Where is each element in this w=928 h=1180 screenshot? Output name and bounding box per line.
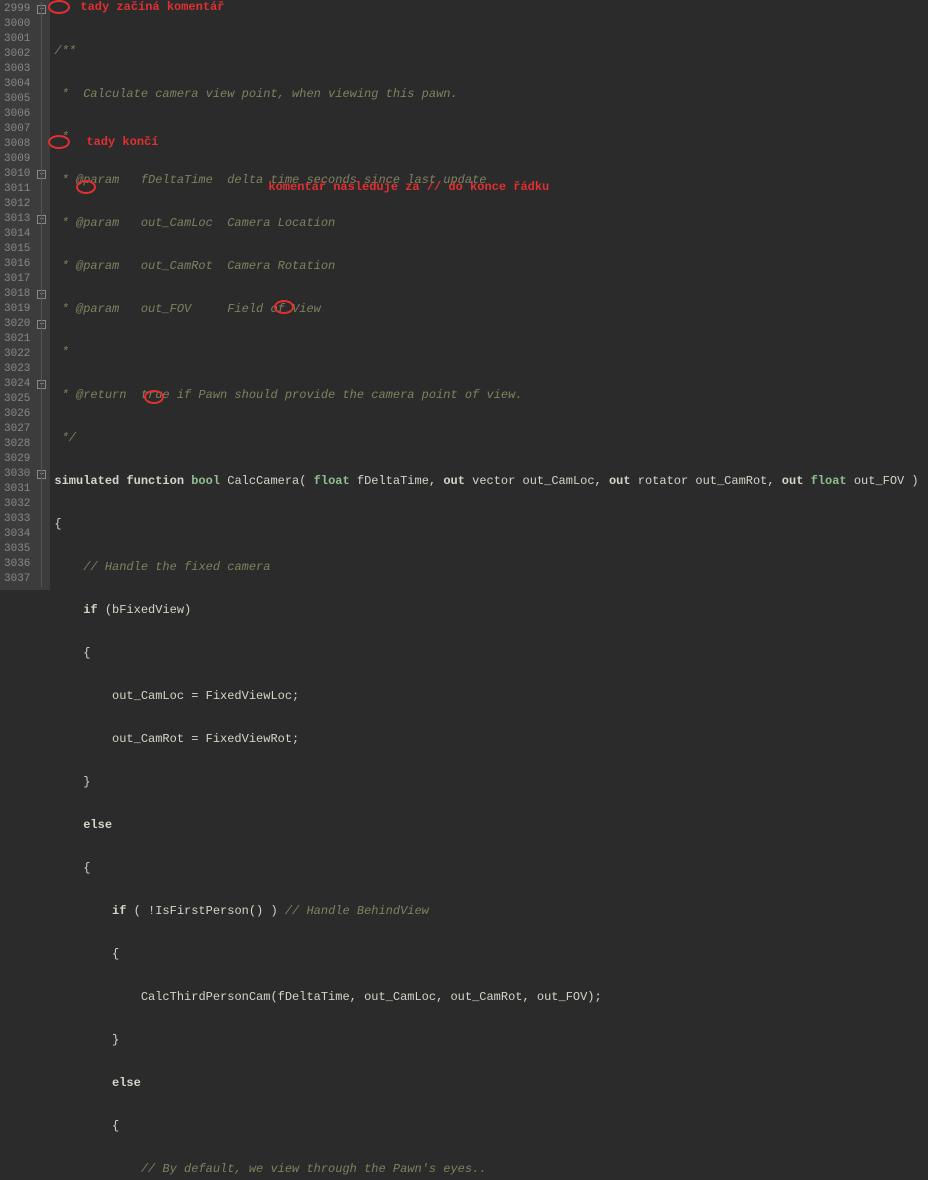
line-number: 3034 [4,527,30,542]
code-area[interactable]: /** * Calculate camera view point, when … [50,0,928,590]
line-number: 3029 [4,452,30,467]
comment-block-end: */ [54,431,76,445]
line-number: 3007 [4,122,30,137]
code-editor: 2999300030013002300330043005300630073008… [0,0,928,590]
annotation-circle [48,0,70,14]
code-statement: CalcThirdPersonCam(fDeltaTime, out_CamLo… [141,990,602,1004]
fold-guide-line [41,2,42,587]
line-number: 3025 [4,392,30,407]
line-number: 3001 [4,32,30,47]
comment-line: * [54,345,68,359]
line-number: 3013 [4,212,30,227]
line-number: 3037 [4,572,30,587]
line-number: 3014 [4,227,30,242]
comment-block-start: /** [54,44,76,58]
comment-line: * @param out_CamRot Camera Rotation [54,259,335,273]
line-number: 3011 [4,182,30,197]
comment-line: * [54,130,68,144]
comment-line: * @param out_FOV Field of View [54,302,320,316]
code-statement: out_CamRot = FixedViewRot; [112,732,299,746]
line-number: 3019 [4,302,30,317]
line-number: 3020 [4,317,30,332]
line-number: 3004 [4,77,30,92]
line-number: 3015 [4,242,30,257]
line-number: 3016 [4,257,30,272]
line-comment: // Handle the fixed camera [83,560,270,574]
line-number: 3012 [4,197,30,212]
line-number: 3031 [4,482,30,497]
line-number: 3003 [4,62,30,77]
line-number: 3000 [4,17,30,32]
if-keyword: if [83,603,105,617]
line-number: 3008 [4,137,30,152]
line-number: 3026 [4,407,30,422]
comment-line: * @return true if Pawn should provide th… [54,388,522,402]
line-number: 3018 [4,287,30,302]
line-number: 2999 [4,2,30,17]
line-number: 3010 [4,167,30,182]
else-keyword: else [83,818,112,832]
function-signature: simulated function bool CalcCamera( floa… [54,474,928,489]
line-number: 3028 [4,437,30,452]
line-number: 3024 [4,377,30,392]
line-number: 3032 [4,497,30,512]
line-number: 3035 [4,542,30,557]
line-number: 3002 [4,47,30,62]
brace-open: { [54,517,61,531]
line-number: 3027 [4,422,30,437]
line-number: 3036 [4,557,30,572]
line-number: 3022 [4,347,30,362]
line-number: 3023 [4,362,30,377]
line-number: 3009 [4,152,30,167]
line-number: 3033 [4,512,30,527]
line-comment: // Handle BehindView [285,904,429,918]
comment-line: * Calculate camera view point, when view… [54,87,457,101]
line-number: 3005 [4,92,30,107]
annotation-text: tady začíná komentář [80,0,224,14]
fold-column: −−−−−−− [36,0,50,590]
code-statement: out_CamLoc = FixedViewLoc; [112,689,299,703]
line-number: 3030 [4,467,30,482]
line-number: 3017 [4,272,30,287]
line-number: 3021 [4,332,30,347]
line-number-gutter: 2999300030013002300330043005300630073008… [0,0,36,590]
comment-line: * @param fDeltaTime delta time seconds s… [54,173,486,187]
comment-line: * @param out_CamLoc Camera Location [54,216,335,230]
line-comment: // By default, we view through the Pawn'… [141,1162,487,1176]
line-number: 3006 [4,107,30,122]
